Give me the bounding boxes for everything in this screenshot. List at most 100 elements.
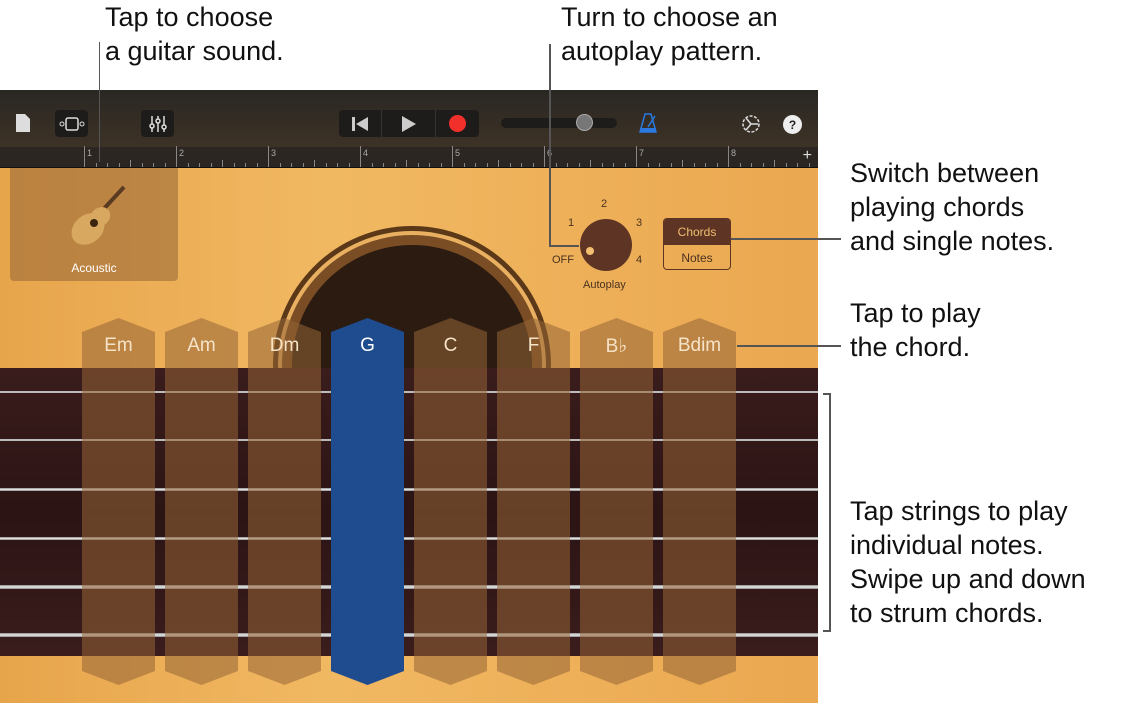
- ruler-tick: [682, 160, 683, 167]
- ruler-tick: [314, 160, 315, 167]
- ruler-tick: [107, 163, 108, 167]
- chord-label: G: [360, 335, 375, 356]
- ruler-tick: [716, 163, 718, 167]
- ruler-tick: [130, 160, 131, 167]
- ruler-tick: [440, 163, 442, 167]
- ruler-tick: [256, 163, 258, 167]
- ruler-tick: [659, 163, 660, 167]
- mixer-icon[interactable]: [141, 110, 174, 137]
- callout-line: to strum chords.: [850, 598, 1044, 628]
- volume-slider[interactable]: [501, 114, 617, 131]
- chord-label: Am: [187, 335, 216, 356]
- leader-line: [99, 42, 100, 162]
- chord-strip[interactable]: G: [331, 318, 404, 685]
- ruler-tick: [279, 163, 281, 167]
- help-button[interactable]: ?: [783, 115, 802, 134]
- tracks-view-button[interactable]: [55, 110, 88, 137]
- record-icon: [449, 115, 466, 132]
- autoplay-position-off: OFF: [552, 254, 574, 266]
- ruler-tick: [222, 160, 223, 167]
- leader-line: [549, 245, 579, 247]
- ruler-bar-number: 4: [363, 148, 369, 158]
- ruler-bar-tick: [360, 146, 361, 167]
- autoplay-knob[interactable]: [580, 219, 632, 271]
- ruler-bar-number: 5: [455, 148, 461, 158]
- document-icon[interactable]: [14, 112, 32, 134]
- callout-line: Tap to choose: [105, 2, 274, 32]
- notes-button[interactable]: Notes: [664, 245, 730, 269]
- callout-line: Tap to play: [850, 298, 981, 328]
- callout-line: individual notes.: [850, 530, 1044, 560]
- ruler-bar-tick: [84, 146, 85, 167]
- callout-play: Tap to play the chord.: [850, 296, 981, 364]
- ruler-tick: [578, 163, 580, 167]
- transport-controls: [339, 110, 479, 137]
- ruler-bar-tick: [728, 146, 729, 167]
- ruler-bar-number: 2: [179, 148, 185, 158]
- ruler-bar-tick: [636, 146, 637, 167]
- callout-autoplay: Turn to choose an autoplay pattern.: [561, 0, 778, 68]
- ruler-tick: [670, 163, 672, 167]
- leader-line: [549, 44, 551, 246]
- callout-switch: Switch between playing chords and single n…: [850, 156, 1054, 258]
- acoustic-guitar-icon: [60, 183, 130, 258]
- autoplay-position-1: 1: [568, 217, 575, 229]
- rewind-button[interactable]: [339, 110, 381, 137]
- chord-strip[interactable]: F: [497, 318, 570, 685]
- chord-strip[interactable]: Dm: [248, 318, 321, 685]
- ruler-tick: [624, 163, 626, 167]
- ruler-tick: [613, 163, 614, 167]
- ruler-bar-number: 7: [639, 148, 645, 158]
- ruler-tick: [475, 163, 476, 167]
- ruler-tick: [245, 163, 246, 167]
- ruler-tick: [774, 160, 775, 167]
- ruler-tick: [601, 163, 603, 167]
- metronome-icon[interactable]: [638, 112, 658, 134]
- chord-label: Bdim: [677, 335, 722, 356]
- ruler-tick: [302, 163, 304, 167]
- volume-knob[interactable]: [576, 114, 593, 131]
- chord-label: B♭: [605, 336, 628, 357]
- chords-button[interactable]: Chords: [664, 219, 730, 245]
- autoplay-position-3: 3: [636, 217, 643, 229]
- instrument-selector[interactable]: Acoustic: [10, 168, 178, 281]
- ruler-tick: [705, 163, 706, 167]
- chord-label: C: [443, 335, 458, 356]
- callout-line: the chord.: [850, 332, 971, 362]
- callout-line: Turn to choose an: [561, 2, 778, 32]
- ruler-tick: [797, 163, 798, 167]
- toolbar: ?: [0, 90, 818, 147]
- ruler-bar-number: 1: [87, 148, 93, 158]
- callout-line: playing chords: [850, 192, 1025, 222]
- ruler-tick: [199, 163, 200, 167]
- callout-sound: Tap to choose a guitar sound.: [105, 0, 284, 68]
- chord-strip[interactable]: Bdim: [663, 318, 736, 685]
- ruler[interactable]: 12345678+: [0, 146, 818, 168]
- ruler-tick: [486, 163, 488, 167]
- bracket: [823, 630, 831, 632]
- ruler-tick: [141, 163, 143, 167]
- chord-strip[interactable]: C: [414, 318, 487, 685]
- settings-icon[interactable]: [740, 113, 762, 135]
- autoplay-label: Autoplay: [583, 279, 626, 291]
- play-button[interactable]: [381, 110, 436, 137]
- ruler-tick: [417, 163, 419, 167]
- chord-strip[interactable]: Am: [165, 318, 238, 685]
- ruler-tick: [532, 163, 534, 167]
- ruler-tick: [210, 163, 212, 167]
- ruler-tick: [498, 160, 499, 167]
- knob-indicator: [586, 247, 594, 255]
- callout-strings: Tap strings to play individual notes. Swip…: [850, 494, 1086, 630]
- chord-strip[interactable]: B♭: [580, 318, 653, 685]
- ruler-tick: [785, 163, 787, 167]
- ruler-tick: [463, 163, 465, 167]
- chord-strip[interactable]: Em: [82, 318, 155, 685]
- ruler-tick: [429, 163, 430, 167]
- ruler-tick: [751, 163, 752, 167]
- add-section-button[interactable]: +: [803, 147, 812, 165]
- callout-line: and single notes.: [850, 226, 1055, 256]
- record-button[interactable]: [436, 110, 479, 137]
- ruler-tick: [406, 160, 407, 167]
- ruler-tick: [555, 163, 557, 167]
- ruler-bar-tick: [176, 146, 177, 167]
